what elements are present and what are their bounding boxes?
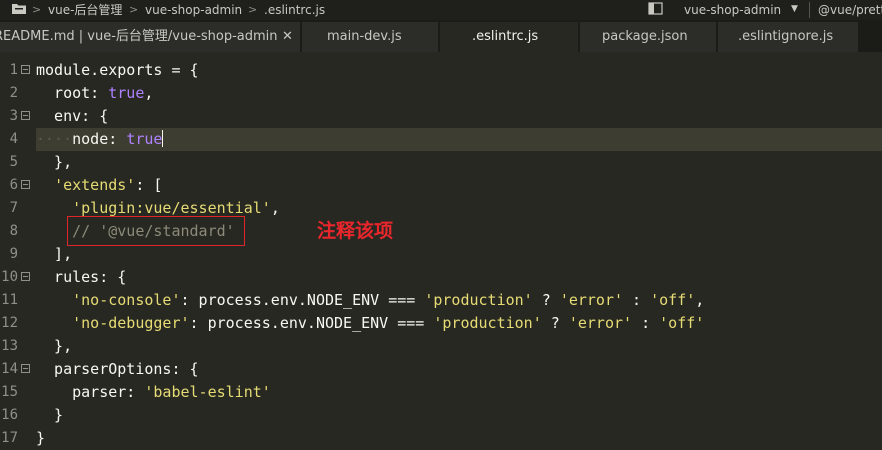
line-number: 6 bbox=[9, 177, 18, 193]
line-number: 10 bbox=[1, 269, 18, 285]
fold-icon[interactable] bbox=[21, 272, 30, 281]
annotation-text: 注释该项 bbox=[317, 220, 394, 242]
code-editor[interactable]: 1 module.exports = { 2 root: true, 3 env… bbox=[0, 52, 882, 450]
line-number: 14 bbox=[1, 361, 18, 377]
code-line: 9 ], bbox=[0, 243, 882, 266]
line-number: 16 bbox=[1, 407, 18, 423]
tab-main-dev[interactable]: main-dev.js bbox=[302, 22, 438, 52]
line-number: 5 bbox=[9, 154, 18, 170]
tab-readme[interactable]: README.md | vue-后台管理/vue-shop-admin ✕ bbox=[0, 22, 300, 52]
code-line: 16 } bbox=[0, 404, 882, 427]
fold-icon[interactable] bbox=[21, 65, 30, 74]
breadcrumb-item-current[interactable]: .eslintrc.js bbox=[264, 2, 325, 18]
tab-label: README.md | vue-后台管理/vue-shop-admin bbox=[0, 29, 278, 44]
code-line: 1 module.exports = { bbox=[0, 59, 882, 82]
breadcrumb-separator: > bbox=[248, 3, 258, 16]
code-line: 3 env: { bbox=[0, 105, 882, 128]
line-number: 12 bbox=[1, 315, 18, 331]
project-panel-icon[interactable] bbox=[648, 2, 664, 16]
code-line: 5 }, bbox=[0, 151, 882, 174]
close-icon[interactable]: ✕ bbox=[282, 22, 293, 52]
text-cursor bbox=[162, 130, 164, 147]
line-number: 9 bbox=[9, 246, 18, 262]
line-number: 7 bbox=[9, 200, 18, 216]
fold-icon[interactable] bbox=[21, 180, 30, 189]
tab-label: package.json bbox=[602, 29, 688, 44]
line-number: 3 bbox=[9, 108, 18, 124]
line-number: 15 bbox=[1, 384, 18, 400]
line-number: 8 bbox=[9, 223, 18, 239]
tab-label: .eslintignore.js bbox=[738, 29, 834, 44]
line-number: 13 bbox=[1, 338, 18, 354]
annotation-highlight-box bbox=[67, 216, 245, 246]
fold-icon[interactable] bbox=[21, 111, 30, 120]
code-line: 10 rules: { bbox=[0, 266, 882, 289]
code-line: 6 'extends': [ bbox=[0, 174, 882, 197]
tab-bar: README.md | vue-后台管理/vue-shop-admin ✕ ma… bbox=[0, 20, 882, 52]
code-line: 11 'no-console': process.env.NODE_ENV ==… bbox=[0, 289, 882, 312]
tab-eslintignore[interactable]: .eslintignore.js bbox=[718, 22, 858, 52]
fold-icon[interactable] bbox=[21, 364, 30, 373]
chevron-down-icon[interactable]: ▼ bbox=[791, 4, 798, 14]
breadcrumb-separator: > bbox=[32, 3, 42, 16]
breadcrumb-separator: > bbox=[129, 3, 139, 16]
code-line: 17 } bbox=[0, 427, 882, 450]
code-line: 13 }, bbox=[0, 335, 882, 358]
code-line-current: 4 ····node: true bbox=[0, 128, 882, 151]
line-number: 4 bbox=[9, 131, 18, 147]
code-line: 2 root: true, bbox=[0, 82, 882, 105]
code-line: 12 'no-debugger': process.env.NODE_ENV =… bbox=[0, 312, 882, 335]
breadcrumb-item[interactable]: vue-shop-admin bbox=[145, 2, 242, 18]
tab-label: main-dev.js bbox=[327, 29, 402, 44]
breadcrumb-bar: > vue-后台管理 > vue-shop-admin > .eslintrc.… bbox=[0, 0, 882, 20]
breadcrumb-item[interactable]: vue-后台管理 bbox=[48, 2, 122, 18]
tab-label: .eslintrc.js bbox=[472, 29, 539, 44]
folder-icon bbox=[12, 4, 26, 14]
tab-eslintrc[interactable]: .eslintrc.js bbox=[440, 22, 578, 52]
line-number: 17 bbox=[1, 430, 18, 446]
code-line: 14 parserOptions: { bbox=[0, 358, 882, 381]
line-number: 11 bbox=[1, 292, 18, 308]
code-line: 15 parser: 'babel-eslint' bbox=[0, 381, 882, 404]
tab-package-json[interactable]: package.json bbox=[580, 22, 716, 52]
line-number: 1 bbox=[9, 62, 18, 78]
project-selector[interactable]: vue-shop-admin bbox=[684, 2, 781, 18]
line-number: 2 bbox=[9, 85, 18, 101]
extension-status[interactable]: @vue/prett bbox=[818, 2, 882, 18]
divider bbox=[809, 2, 810, 18]
